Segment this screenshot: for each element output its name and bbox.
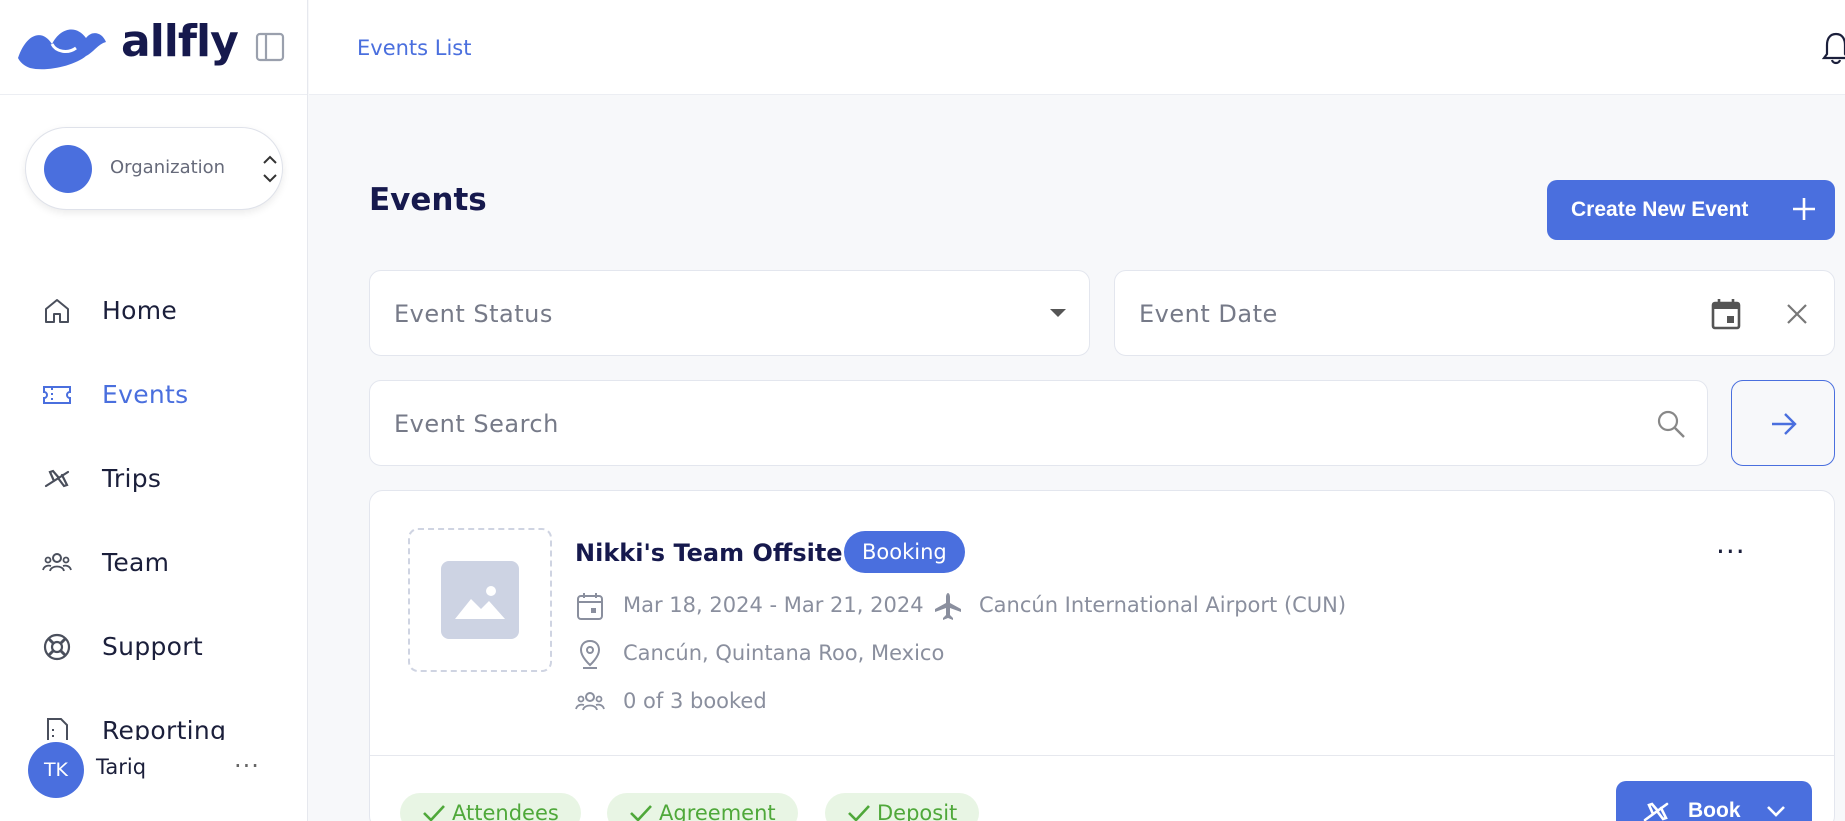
location-pin-icon bbox=[579, 639, 601, 669]
check-agreement-badge: Agreement bbox=[607, 793, 798, 821]
plane-icon bbox=[935, 593, 961, 620]
chevron-updown-icon bbox=[263, 155, 277, 183]
check-icon bbox=[630, 805, 652, 821]
bell-icon[interactable] bbox=[1821, 30, 1845, 66]
check-icon bbox=[423, 805, 445, 821]
plane-icon bbox=[1643, 802, 1669, 821]
brand-header: allfly bbox=[0, 0, 307, 95]
caret-down-icon bbox=[1050, 309, 1066, 317]
event-search-input[interactable]: Event Search bbox=[369, 380, 1708, 466]
event-date-placeholder: Event Date bbox=[1139, 300, 1278, 328]
breadcrumb[interactable]: Events List bbox=[357, 36, 472, 60]
check-label: Agreement bbox=[659, 801, 776, 821]
event-card[interactable]: Nikki's Team Offsite Booking ··· Mar 18,… bbox=[369, 490, 1835, 821]
check-label: Deposit bbox=[877, 801, 958, 821]
organization-switcher[interactable]: Organization bbox=[25, 127, 283, 210]
sidebar-item-trips[interactable]: Trips bbox=[0, 450, 308, 506]
allfly-logo-icon[interactable] bbox=[16, 22, 108, 74]
event-date-field[interactable]: Event Date bbox=[1114, 270, 1835, 356]
page-title: Events bbox=[369, 182, 487, 218]
check-deposit-badge: Deposit bbox=[825, 793, 980, 821]
team-icon bbox=[42, 553, 72, 572]
event-booked-count: 0 of 3 booked bbox=[623, 689, 767, 713]
lifebuoy-icon bbox=[43, 633, 71, 661]
sidebar-item-label: Events bbox=[102, 380, 189, 409]
event-search-placeholder: Event Search bbox=[394, 410, 559, 438]
user-profile[interactable]: TK Tariq ··· bbox=[28, 740, 298, 798]
sidebar-item-label: Team bbox=[102, 548, 170, 577]
event-location: Cancún, Quintana Roo, Mexico bbox=[623, 641, 945, 665]
card-divider bbox=[370, 755, 1834, 756]
more-options-icon[interactable]: ··· bbox=[234, 752, 260, 780]
sidebar-item-label: Home bbox=[102, 296, 178, 325]
clear-icon[interactable] bbox=[1785, 302, 1809, 326]
avatar: TK bbox=[28, 742, 84, 798]
plus-icon bbox=[1793, 198, 1815, 220]
event-dates: Mar 18, 2024 - Mar 21, 2024 bbox=[623, 593, 924, 617]
organization-label: Organization bbox=[110, 157, 226, 178]
book-button[interactable]: Book bbox=[1616, 781, 1812, 821]
more-options-icon[interactable]: ··· bbox=[1716, 535, 1746, 568]
sidebar-item-support[interactable]: Support bbox=[0, 618, 308, 674]
user-name: Tariq bbox=[96, 755, 147, 779]
sidebar-item-label: Trips bbox=[102, 464, 162, 493]
organization-avatar bbox=[44, 145, 92, 193]
team-icon bbox=[575, 692, 605, 711]
event-thumbnail bbox=[408, 528, 552, 672]
event-title[interactable]: Nikki's Team Offsite bbox=[575, 539, 843, 567]
book-label: Book bbox=[1688, 799, 1741, 821]
sidebar-toggle-icon[interactable] bbox=[255, 32, 285, 62]
brand-wordmark: allfly bbox=[121, 16, 239, 67]
sidebar: allfly Organization Home Events Trips Te… bbox=[0, 0, 308, 821]
sidebar-item-label: Support bbox=[102, 632, 203, 661]
search-icon bbox=[1657, 410, 1685, 438]
sidebar-item-home[interactable]: Home bbox=[0, 282, 308, 338]
top-bar: Events List bbox=[309, 0, 1845, 95]
event-airport: Cancún International Airport (CUN) bbox=[979, 593, 1347, 617]
home-icon bbox=[45, 299, 69, 323]
search-submit-button[interactable] bbox=[1731, 380, 1835, 466]
ticket-icon bbox=[43, 386, 71, 404]
event-status-placeholder: Event Status bbox=[394, 300, 553, 328]
create-new-event-button[interactable]: Create New Event bbox=[1547, 180, 1835, 240]
check-label: Attendees bbox=[452, 801, 559, 821]
chevron-down-icon bbox=[1767, 806, 1785, 817]
arrow-right-icon bbox=[1772, 413, 1797, 435]
sidebar-item-events[interactable]: Events bbox=[0, 366, 308, 422]
sidebar-item-team[interactable]: Team bbox=[0, 534, 308, 590]
image-placeholder-icon bbox=[441, 561, 519, 639]
check-attendees-badge: Attendees bbox=[400, 793, 581, 821]
status-badge: Booking bbox=[844, 531, 965, 573]
calendar-icon[interactable] bbox=[1710, 297, 1742, 331]
plane-icon bbox=[44, 469, 70, 488]
check-icon bbox=[848, 805, 870, 821]
create-new-event-label: Create New Event bbox=[1571, 198, 1749, 221]
calendar-icon bbox=[577, 593, 603, 620]
event-status-select[interactable]: Event Status bbox=[369, 270, 1090, 356]
